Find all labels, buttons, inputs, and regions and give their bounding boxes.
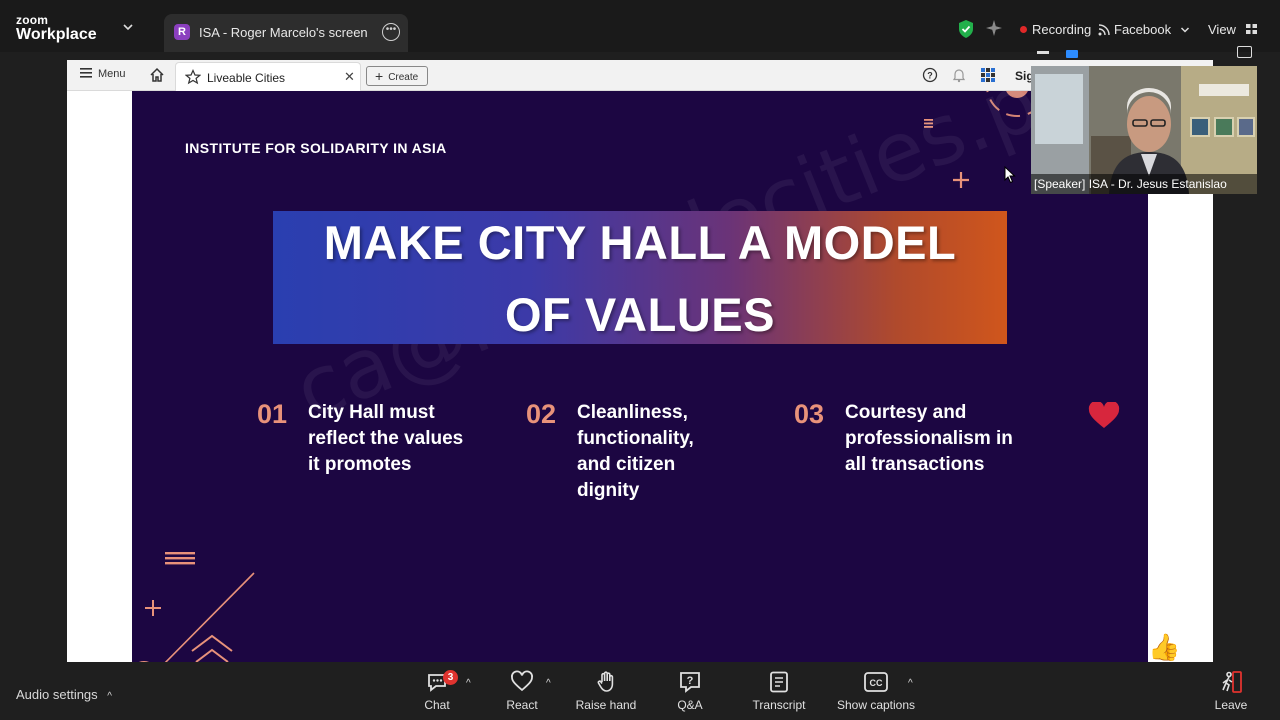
plus-icon: + — [375, 68, 384, 84]
svg-text:?: ? — [687, 675, 694, 687]
browser-tab[interactable]: Liveable Cities ✕ — [175, 62, 361, 91]
livestream-label: Facebook — [1114, 22, 1172, 37]
raise-hand-button[interactable]: Raise hand — [574, 670, 638, 712]
organization-name: INSTITUTE FOR SOLIDARITY IN ASIA — [185, 140, 447, 156]
chat-unread-badge: 3 — [443, 670, 458, 685]
menu-button[interactable]: Menu — [80, 68, 126, 80]
broadcast-icon — [1098, 24, 1110, 36]
more-options-icon[interactable]: ••• — [382, 23, 400, 41]
thumbs-up-reaction-icon: 👍 — [1148, 632, 1181, 662]
browser-tab-label: Liveable Cities — [207, 71, 286, 85]
heart-outline-icon — [511, 670, 533, 692]
video-layout-icon[interactable] — [1066, 50, 1078, 58]
qa-label: Q&A — [677, 698, 703, 712]
brand-top: zoom — [16, 13, 49, 27]
chevron-down-icon[interactable] — [122, 22, 134, 32]
closed-captions-icon: CC — [864, 672, 888, 692]
question-icon: ? — [680, 672, 700, 693]
help-icon[interactable]: ? — [922, 67, 938, 83]
transcript-icon — [770, 671, 788, 693]
transcript-button[interactable]: Transcript — [748, 670, 810, 712]
point-text: Cleanliness, functionality, and citizen … — [577, 402, 694, 501]
show-captions-label: Show captions — [836, 698, 916, 712]
top-bar: zoom Workplace R ISA - Roger Marcelo's s… — [0, 0, 1280, 52]
leave-button[interactable]: Leave — [1211, 670, 1251, 712]
chevron-up-icon: ^ — [107, 691, 112, 702]
recording-dot-icon — [1020, 26, 1027, 33]
raise-hand-label: Raise hand — [575, 698, 637, 712]
audio-settings-label: Audio settings — [16, 687, 98, 702]
brand-bottom: Workplace — [16, 26, 97, 43]
slide-decoration — [139, 91, 1048, 662]
sharer-avatar: R — [174, 24, 190, 40]
captions-options-caret-icon[interactable]: ^ — [908, 678, 913, 689]
view-label: View — [1208, 22, 1236, 37]
grid-view-icon — [1245, 24, 1257, 34]
screen-share-tab[interactable]: R ISA - Roger Marcelo's screen ••• — [164, 14, 408, 52]
close-tab-icon[interactable]: ✕ — [344, 69, 355, 85]
headline-line-1: MAKE CITY HALL A MODEL — [323, 216, 957, 269]
react-label: React — [506, 698, 538, 712]
headline-line-2: OF VALUES — [505, 288, 775, 341]
speaker-name-label: [Speaker] ISA - Dr. Jesus Estanislao — [1031, 174, 1257, 194]
popout-video-icon[interactable] — [1237, 46, 1252, 58]
meeting-toolbar: Audio settings ^ Chat 3 ^ React ^ Raise … — [0, 662, 1280, 720]
create-label: Create — [388, 72, 419, 83]
minimize-video-icon[interactable] — [1037, 51, 1049, 54]
leave-icon — [1222, 671, 1242, 693]
ai-companion-icon[interactable] — [985, 19, 1003, 37]
chat-label: Chat — [424, 698, 450, 712]
point-number: 01 — [257, 399, 288, 429]
speaker-video-tile[interactable]: [Speaker] ISA - Dr. Jesus Estanislao — [1031, 66, 1257, 194]
transcript-label: Transcript — [752, 698, 806, 712]
audio-settings-button[interactable]: Audio settings ^ — [16, 687, 112, 702]
point-number: 02 — [526, 399, 557, 429]
leave-label: Leave — [1214, 698, 1248, 712]
view-menu-button[interactable]: View — [1208, 22, 1258, 37]
hand-icon — [597, 671, 614, 692]
apps-grid-icon[interactable] — [980, 67, 996, 83]
presentation-slide: ca@liveablecities.ph INSTITUTE FOR SOLID… — [132, 91, 1148, 662]
react-button[interactable]: React — [502, 670, 542, 712]
react-options-caret-icon[interactable]: ^ — [546, 678, 551, 689]
chat-options-caret-icon[interactable]: ^ — [466, 678, 471, 689]
mouse-cursor-icon — [1004, 166, 1016, 184]
encryption-shield-icon[interactable] — [957, 19, 975, 39]
show-captions-button[interactable]: CC Show captions — [834, 670, 918, 712]
bell-icon[interactable] — [951, 67, 967, 83]
svg-text:?: ? — [927, 71, 933, 81]
chevron-down-icon — [1180, 27, 1189, 33]
livestream-indicator[interactable]: Facebook — [1098, 22, 1194, 37]
slide-headline: MAKE CITY HALL A MODEL OF VALUES — [273, 211, 1007, 344]
create-button[interactable]: + Create — [366, 66, 428, 86]
hamburger-icon — [80, 68, 92, 78]
recording-label: Recording — [1032, 22, 1092, 37]
point-text: Courtesy and professionalism in all tran… — [845, 402, 1013, 475]
zoom-workplace-logo[interactable]: zoom Workplace — [16, 14, 97, 43]
qa-button[interactable]: ? Q&A — [670, 670, 710, 712]
recording-indicator[interactable]: Recording — [1020, 22, 1091, 37]
point-number: 03 — [794, 399, 825, 429]
svg-text:CC: CC — [870, 678, 883, 688]
point-text: City Hall must reflect the values it pro… — [308, 402, 464, 475]
star-icon[interactable] — [185, 69, 201, 85]
share-tab-title: ISA - Roger Marcelo's screen — [199, 25, 368, 40]
menu-label: Menu — [98, 68, 126, 80]
heart-icon — [1088, 402, 1120, 428]
home-icon[interactable] — [149, 67, 165, 83]
